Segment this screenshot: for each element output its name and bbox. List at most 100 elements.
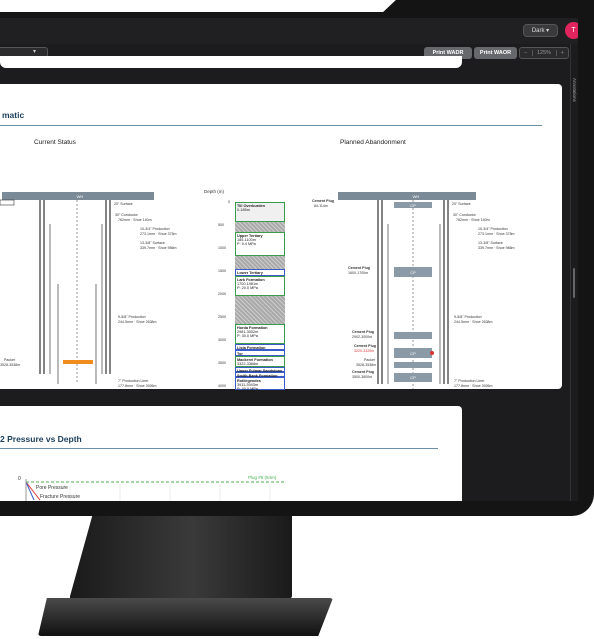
plug-a-sub: 2902-3000m xyxy=(352,335,373,339)
plug-marker-label: Plug #5 (84m) xyxy=(248,475,277,480)
pressure-card: 2 Pressure vs Depth 0 Pore Pressure Frac… xyxy=(0,406,462,501)
conductor-label: 20" Surface xyxy=(114,202,133,206)
legend-pore-pressure[interactable]: Pore Pressure xyxy=(36,485,68,491)
packer-sub: 3528-3538m xyxy=(356,363,377,367)
alert-marker xyxy=(430,351,434,355)
depth-axis-label: Depth (m) xyxy=(204,189,225,194)
strata-lower-tertiary: Lower Tertiary xyxy=(235,269,285,276)
title-divider xyxy=(0,448,438,449)
schematic-card: matic Current Status Planned Abandonment… xyxy=(0,84,562,392)
app-topbar: Dark ▾ T xyxy=(0,18,578,44)
sidebar-label[interactable]: Annotations xyxy=(572,78,577,102)
surface-1338-label: 13-3/8" Surface xyxy=(478,241,503,245)
plug-b-label: Cement Plug xyxy=(354,344,376,348)
chevron-down-icon: ▾ xyxy=(33,49,37,55)
strata-mackerel-formation: Mackerel Formation 3322-3368m xyxy=(235,356,285,367)
monitor-stand-base xyxy=(38,598,333,636)
avatar[interactable]: T xyxy=(565,22,578,39)
surface-1338-label: 13-3/8" Surface xyxy=(140,241,165,245)
packer-mark xyxy=(63,360,93,364)
scrollbar-thumb[interactable] xyxy=(573,268,575,298)
strata-pressure: P: 30.0 MPa xyxy=(237,334,258,339)
depth-tick-label: 0 xyxy=(228,200,230,204)
current-status-schematic: WH xyxy=(0,192,154,384)
theme-toggle-button[interactable]: Dark ▾ xyxy=(523,24,558,37)
strata-name: Lower Tertiary xyxy=(237,271,263,275)
print-waor-button[interactable]: Print WAOR xyxy=(474,47,517,59)
strata-horda-formation: Horda Formation 2981-3002m P: 30.0 MPa xyxy=(235,324,285,344)
zoom-in-button[interactable]: + xyxy=(557,50,569,56)
wellhead-label: WH xyxy=(77,194,84,199)
production-958-label: 9-5/8" Production xyxy=(118,315,146,319)
strata-pressure: P: 20.0 MPa xyxy=(237,286,258,291)
screen: Dark ▾ T ▾ Print WADR Print WAOR − 125% … xyxy=(0,18,578,501)
cp-label: CP xyxy=(410,375,416,380)
production-958-sub: 244.5mm · Shoe 2638m xyxy=(454,320,493,324)
planned-abandonment-label: Planned Abandonment xyxy=(340,139,406,146)
plug-c-sub: 3500-3600m xyxy=(352,375,373,379)
strata-pressure: P: 9.4 MPa xyxy=(237,242,256,247)
production-958-label: 9-5/8" Production xyxy=(454,315,482,319)
production-1034-sub: 273.1mm · Shoe 375m xyxy=(478,232,515,236)
packer-label: Packer xyxy=(4,358,16,362)
liner-sub: 177.8mm · Shoe 3926m xyxy=(118,384,157,388)
strata-pressure: P: 40.0 MPa xyxy=(237,387,258,392)
cement-plug-a xyxy=(394,332,432,339)
conductor-label: 20" Surface xyxy=(452,202,471,206)
production-1034-label: 10-3/4" Production xyxy=(478,227,508,231)
conductor-annotation: 30" Conductor xyxy=(453,213,476,217)
cp-label: CP xyxy=(410,270,416,275)
plug-mid-label: Cement Plug xyxy=(348,266,370,270)
plug-top-label: Cement Plug xyxy=(312,199,334,203)
depth-tick-label: 3500 xyxy=(218,361,226,365)
schematic-title: matic xyxy=(2,110,25,120)
packer-label: Packer xyxy=(364,358,376,362)
cement-plug-packer xyxy=(394,362,432,368)
cp-label: CP xyxy=(410,203,416,208)
wellhead-label: WH xyxy=(413,194,420,199)
depth-tick-label: 3000 xyxy=(218,338,226,342)
strata-upper-tertiary: Upper Tertiary 185-1100m P: 9.4 MPa xyxy=(235,232,285,256)
casing-lines xyxy=(39,200,111,374)
surface-1338-sub: 339.7mm · Shoe 986m xyxy=(478,246,515,250)
pressure-title: 2 Pressure vs Depth xyxy=(0,434,82,444)
depth-tick-label: 1500 xyxy=(218,269,226,273)
production-1034-label: 10-3/4" Production xyxy=(140,227,170,231)
depth-tick-label: 4000 xyxy=(218,384,226,388)
depth-tick-label: 2500 xyxy=(218,315,226,319)
surface-1338-sub: 339.7mm · Shoe 986m xyxy=(140,246,177,250)
current-status-label: Current Status xyxy=(34,139,76,146)
strata-range: 0-185m xyxy=(237,208,250,213)
wellhead-bar xyxy=(338,192,476,200)
zoom-control: − 125% + xyxy=(519,47,569,59)
inner-casing xyxy=(387,224,441,384)
plug-mid-sub: 1600-1700m xyxy=(348,271,369,275)
conductor-mark xyxy=(0,199,15,206)
plug-a-label: Cement Plug xyxy=(352,330,374,334)
conductor-sub: 762mm · Shoe 140m xyxy=(118,218,152,222)
production-958-sub: 244.5mm · Shoe 2638m xyxy=(118,320,157,324)
strata-rotliegendes: Rotliegendes 3911-3943m P: 40.0 MPa xyxy=(235,377,285,392)
cp-label: CP xyxy=(410,351,416,356)
liner-label: 7" Production Liner xyxy=(118,379,149,383)
plug-top-sub: 84-114m xyxy=(314,204,328,208)
strata-range: 3322-3368m xyxy=(237,362,259,367)
zoom-level: 125% xyxy=(531,50,557,56)
depth-tick-label: 2000 xyxy=(218,292,226,296)
zoom-out-button[interactable]: − xyxy=(520,50,532,56)
conductor-sub: 762mm · Shoe 140m xyxy=(456,218,490,222)
packer-sub: 3528-3538m xyxy=(0,363,21,367)
strata-lark-formation: Lark Formation 1700-1981m P: 20.0 MPa xyxy=(235,276,285,296)
liner-label: 7" Production Liner xyxy=(454,379,485,383)
liner-sub: 177.8mm · Shoe 3926m xyxy=(454,384,493,388)
legend-fracture-pressure[interactable]: Fracture Pressure xyxy=(40,494,80,500)
strata-till-overburden: Till Overburden 0-185m xyxy=(235,202,285,222)
plug-c-label: Cement Plug xyxy=(352,370,374,374)
depth-tick-label: 500 xyxy=(218,223,224,227)
previous-card-bottom xyxy=(0,56,462,68)
monitor: Dark ▾ T ▾ Print WADR Print WAOR − 125% … xyxy=(0,0,594,520)
depth-tick-label: 1000 xyxy=(218,246,226,250)
pressure-chart xyxy=(25,479,285,501)
title-divider xyxy=(0,125,542,126)
conductor-annotation: 30" Conductor xyxy=(115,213,138,217)
